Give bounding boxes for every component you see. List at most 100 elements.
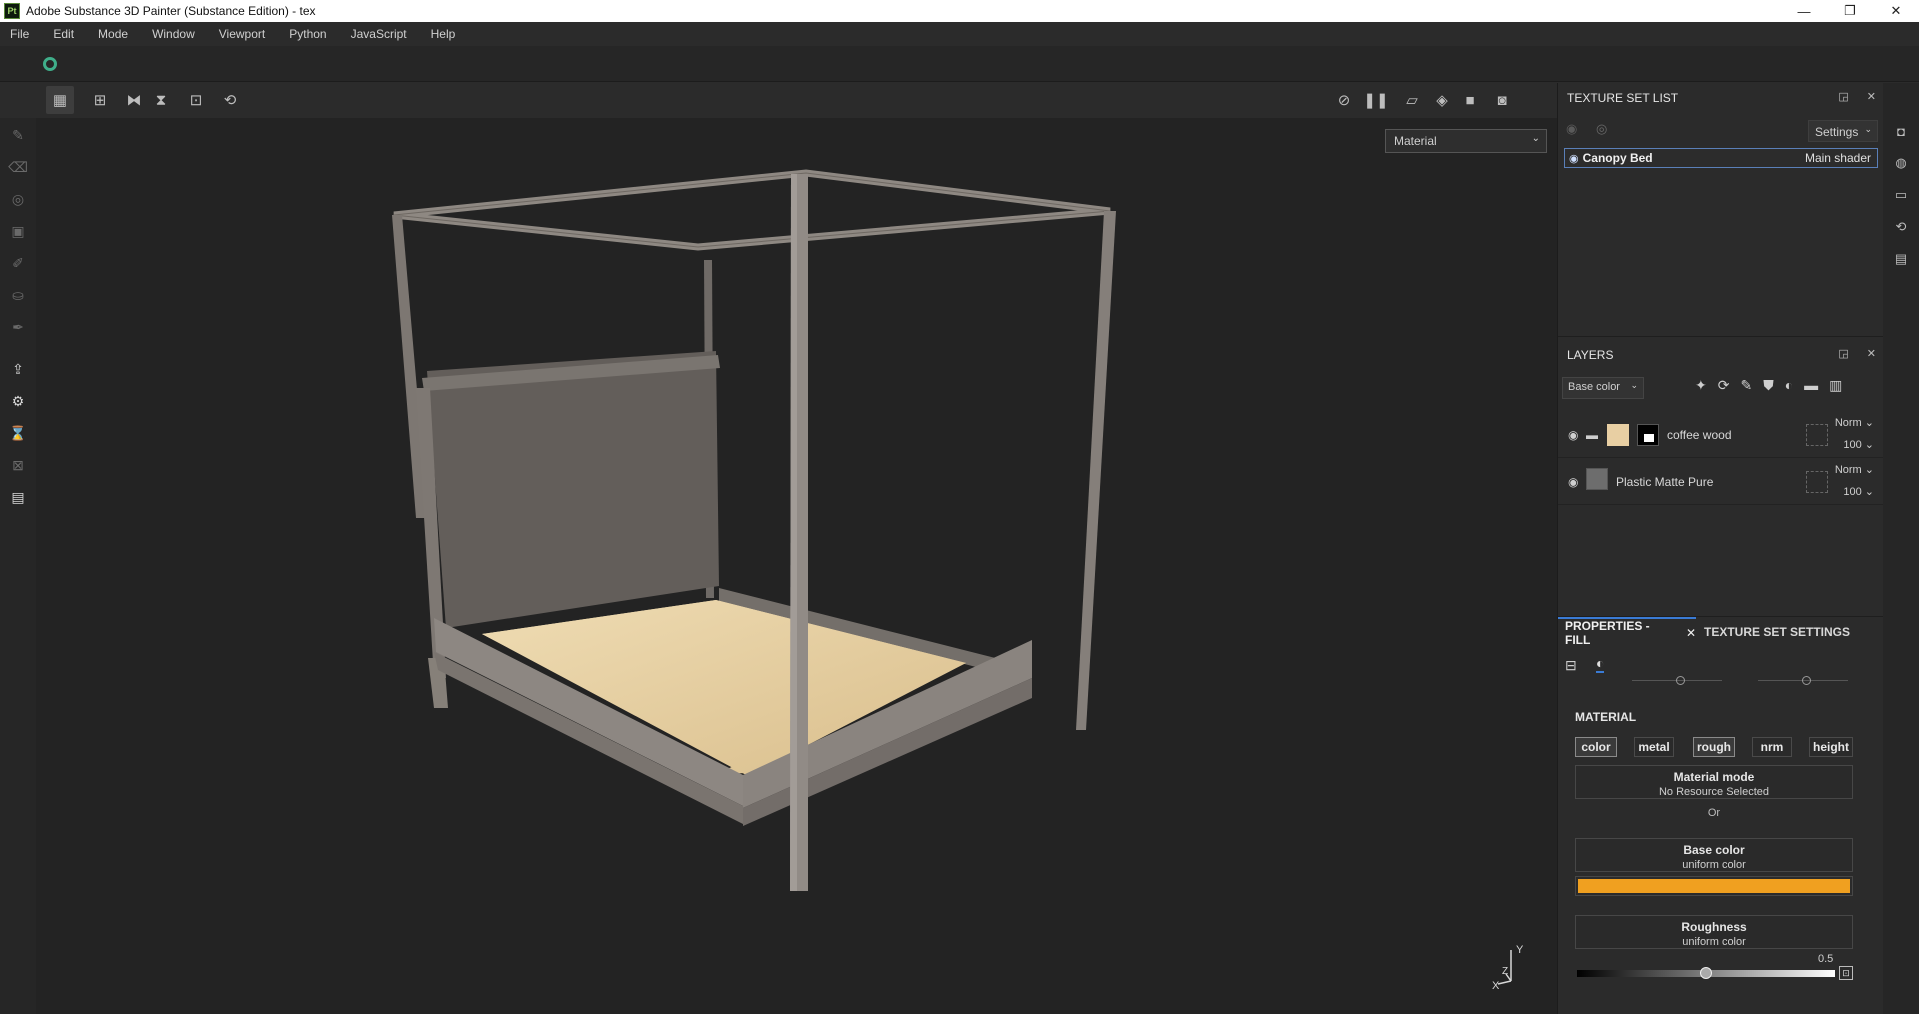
channel-dropdown[interactable]: Base color ⌄ bbox=[1562, 377, 1644, 399]
polygon-fill-icon[interactable]: ▣ bbox=[7, 220, 29, 242]
layer-name[interactable]: Plastic Matte Pure bbox=[1616, 475, 1713, 489]
viewport-toolbar: ▦ ⊞ ⧓ ⧗ ⊡ ⟲ ⊘ ❚❚ ▱ ◈ ■ ◙ bbox=[36, 83, 1557, 117]
settings-icon[interactable]: ⚙ bbox=[7, 390, 29, 412]
roughness-slider-handle[interactable] bbox=[1700, 967, 1712, 979]
blend-mode[interactable]: Norm bbox=[1835, 417, 1862, 429]
material-mode-field[interactable]: Material mode No Resource Selected bbox=[1575, 765, 1853, 799]
mirror-x-icon[interactable]: ⧓ bbox=[120, 86, 148, 114]
texture-set-shader[interactable]: Main shader bbox=[1805, 151, 1871, 165]
tab-properties-fill[interactable]: PROPERTIES - FILL ✕ bbox=[1558, 617, 1696, 647]
menu-javascript[interactable]: JavaScript bbox=[351, 27, 407, 41]
delete-layer-icon[interactable]: ▥ bbox=[1829, 377, 1842, 394]
title-bar: Pt Adobe Substance 3D Painter (Substance… bbox=[0, 0, 1919, 22]
pause-icon[interactable]: ❚❚ bbox=[1362, 86, 1390, 114]
tab-texture-set-settings[interactable]: TEXTURE SET SETTINGS bbox=[1704, 617, 1850, 647]
layer-opacity[interactable]: 100 bbox=[1843, 486, 1861, 498]
eye-icon[interactable]: ◉ bbox=[1568, 475, 1578, 489]
eraser-icon[interactable]: ⌫ bbox=[7, 156, 29, 178]
add-mask-icon[interactable]: ◐ bbox=[1785, 377, 1793, 394]
base-color-field[interactable]: Base color uniform color bbox=[1575, 838, 1853, 872]
base-color-swatch[interactable] bbox=[1578, 879, 1850, 893]
magic-wand-icon[interactable]: ✦ bbox=[1695, 377, 1707, 394]
color-picker-icon[interactable]: ✒ bbox=[7, 316, 29, 338]
hide-all-icon[interactable]: ◉ bbox=[1566, 121, 1577, 137]
settings-dropdown[interactable]: Settings ⌄ bbox=[1808, 120, 1878, 142]
material-tab-icon[interactable]: ◐ bbox=[1596, 655, 1605, 673]
export-icon[interactable]: ⇪ bbox=[7, 358, 29, 380]
3d-viewport[interactable]: Material ⌄ Y Z X bbox=[36, 118, 1557, 1014]
channel-metal-button[interactable]: metal bbox=[1634, 737, 1674, 757]
view-cube-icon[interactable]: ◈ bbox=[1428, 86, 1456, 114]
layer-opacity[interactable]: 100 bbox=[1843, 439, 1861, 451]
add-effect-icon[interactable]: ⟳ bbox=[1718, 377, 1730, 394]
close-panel-icon[interactable]: ✕ bbox=[1867, 347, 1876, 360]
close-tab-icon[interactable]: ✕ bbox=[1686, 626, 1696, 640]
bake-icon[interactable]: ⌛ bbox=[7, 422, 29, 444]
grid-view-icon[interactable]: ▦ bbox=[46, 86, 74, 114]
add-paint-layer-icon[interactable]: ✎ bbox=[1740, 377, 1752, 394]
layer-thumbnail bbox=[1586, 468, 1608, 490]
close-button[interactable]: ✕ bbox=[1873, 0, 1919, 22]
axis-z-label: Z bbox=[1502, 966, 1509, 977]
hide-icon[interactable]: ⊘ bbox=[1330, 86, 1358, 114]
menu-viewport[interactable]: Viewport bbox=[219, 27, 265, 41]
minimize-button[interactable]: — bbox=[1781, 0, 1827, 22]
base-color-title: Base color bbox=[1683, 843, 1745, 857]
undock-icon[interactable]: ◲ bbox=[1838, 90, 1848, 103]
divider bbox=[1558, 336, 1884, 337]
menu-edit[interactable]: Edit bbox=[53, 27, 74, 41]
paint-brush-icon[interactable]: ✎ bbox=[7, 124, 29, 146]
camera-icon[interactable]: ■ bbox=[1456, 86, 1484, 114]
menu-mode[interactable]: Mode bbox=[98, 27, 128, 41]
history-icon[interactable]: ⟲ bbox=[216, 86, 244, 114]
eye-icon[interactable]: ◉ bbox=[1569, 152, 1579, 165]
mirror-y-icon[interactable]: ⧗ bbox=[147, 86, 175, 114]
assets-icon[interactable]: ▭ bbox=[1891, 185, 1911, 205]
texture-set-row[interactable]: ◉ Canopy Bed Main shader bbox=[1564, 148, 1878, 168]
eye-icon[interactable]: ◉ bbox=[1568, 428, 1578, 442]
screenshot-icon[interactable]: ◙ bbox=[1488, 86, 1516, 114]
show-all-icon[interactable]: ◎ bbox=[1596, 121, 1607, 137]
slider-handle[interactable] bbox=[1676, 676, 1685, 685]
uv-icon[interactable]: ⊠ bbox=[7, 454, 29, 476]
material-dropdown[interactable]: Material ⌄ bbox=[1385, 129, 1547, 153]
random-seed-icon[interactable]: ⊡ bbox=[1839, 966, 1853, 980]
layer-row[interactable]: ◉ Plastic Matte Pure Norm ⌄ 100 ⌄ bbox=[1558, 459, 1884, 505]
menu-window[interactable]: Window bbox=[152, 27, 195, 41]
roughness-title: Roughness bbox=[1681, 920, 1747, 934]
channel-color-button[interactable]: color bbox=[1575, 737, 1617, 757]
menu-help[interactable]: Help bbox=[431, 27, 456, 41]
empty-mask-slot[interactable] bbox=[1806, 471, 1828, 493]
screenshot-tool-icon[interactable]: ▤ bbox=[7, 486, 29, 508]
smudge-icon[interactable]: ✐ bbox=[7, 252, 29, 274]
shader-settings-icon[interactable]: ◍ bbox=[1891, 153, 1911, 173]
tiling-icon[interactable]: ⊞ bbox=[86, 86, 114, 114]
add-frame-icon[interactable]: ⊡ bbox=[182, 86, 210, 114]
channel-rough-button[interactable]: rough bbox=[1693, 737, 1735, 757]
layer-name[interactable]: coffee wood bbox=[1667, 428, 1732, 442]
projection-icon[interactable]: ◎ bbox=[7, 188, 29, 210]
menu-file[interactable]: File bbox=[10, 27, 29, 41]
roughness-field[interactable]: Roughness uniform color bbox=[1575, 915, 1853, 949]
slider-handle[interactable] bbox=[1802, 676, 1811, 685]
close-panel-icon[interactable]: ✕ bbox=[1867, 90, 1876, 103]
add-fill-layer-icon[interactable]: ⛊ bbox=[1763, 377, 1774, 394]
empty-mask-slot[interactable] bbox=[1806, 424, 1828, 446]
add-folder-icon[interactable]: ▬ bbox=[1804, 377, 1818, 394]
channel-height-button[interactable]: height bbox=[1809, 737, 1853, 757]
blend-mode[interactable]: Norm bbox=[1835, 464, 1862, 476]
layer-row[interactable]: ◉ ▬ coffee wood Norm ⌄ 100 ⌄ bbox=[1558, 412, 1884, 458]
fill-settings-icon[interactable]: ⊟ bbox=[1565, 657, 1577, 674]
viewer-settings-icon[interactable]: ◘ bbox=[1891, 121, 1911, 141]
display-mode-icon[interactable]: ▱ bbox=[1398, 86, 1426, 114]
maximize-button[interactable]: ❐ bbox=[1827, 0, 1873, 22]
sync-status-icon[interactable] bbox=[43, 57, 57, 71]
history-panel-icon[interactable]: ⟲ bbox=[1891, 217, 1911, 237]
clone-stamp-icon[interactable]: ⛀ bbox=[7, 284, 29, 306]
undock-icon[interactable]: ◲ bbox=[1838, 347, 1848, 360]
log-icon[interactable]: ▤ bbox=[1891, 249, 1911, 269]
roughness-value[interactable]: 0.5 bbox=[1818, 953, 1833, 965]
channel-nrm-button[interactable]: nrm bbox=[1752, 737, 1792, 757]
menu-python[interactable]: Python bbox=[289, 27, 326, 41]
layer-actions: ✦ ⟳ ✎ ⛊ ◐ ▬ ▥ bbox=[1695, 377, 1842, 394]
